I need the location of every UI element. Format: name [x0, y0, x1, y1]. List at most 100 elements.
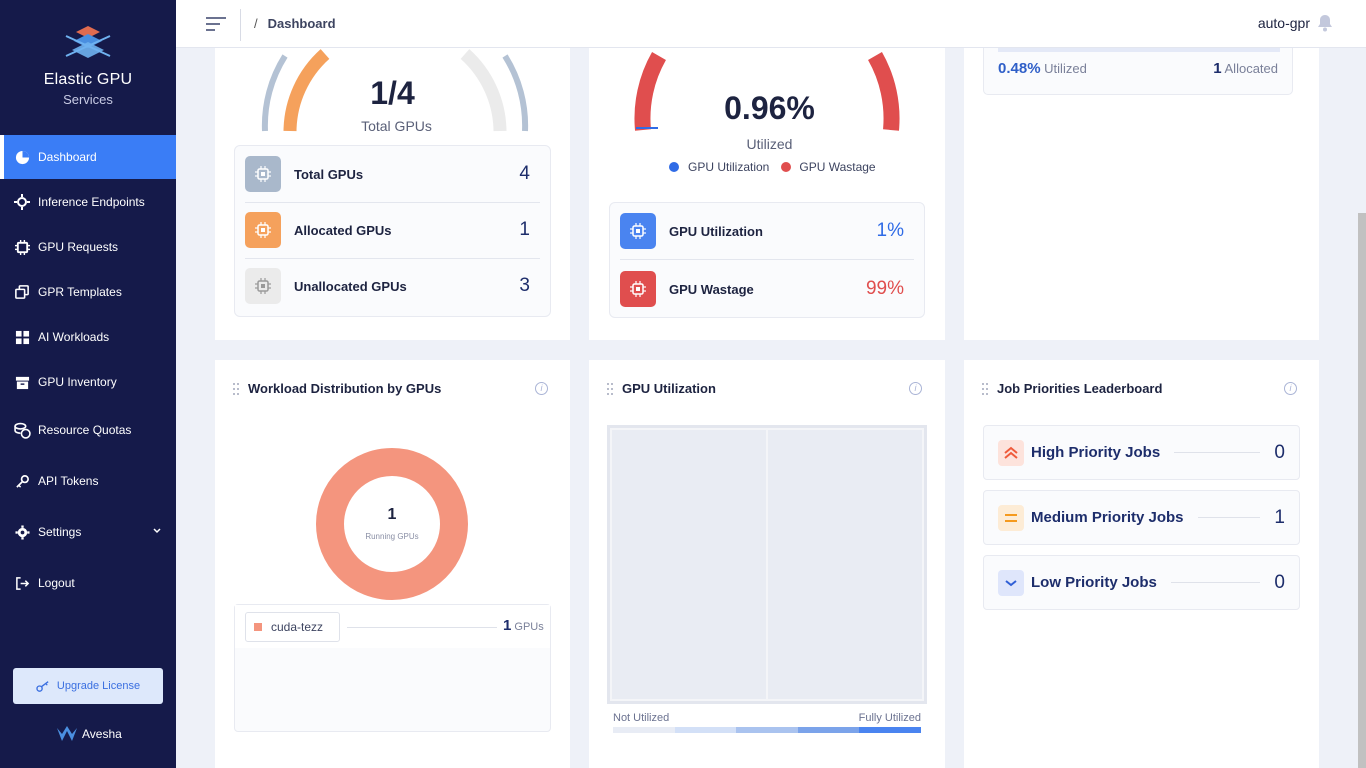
- stat-unallocated-gpus: Unallocated GPUs 3: [245, 258, 540, 314]
- logout-icon: [13, 574, 31, 592]
- topbar-divider: [240, 9, 241, 41]
- sidebar-item-dashboard[interactable]: Dashboard: [0, 135, 176, 179]
- stat-gpu-wastage: GPU Wastage 99%: [620, 261, 914, 317]
- stat-label: GPU Wastage: [669, 281, 754, 297]
- copy-icon: [13, 283, 31, 301]
- sidebar-item-resource-quotas[interactable]: Resource Quotas: [0, 408, 176, 452]
- page-scrollbar[interactable]: [1358, 213, 1366, 768]
- utilization-stats-box: GPU Utilization 1% GPU Wastage 99%: [609, 202, 925, 318]
- utilized-value: 0.48%: [998, 60, 1041, 77]
- sidebar-item-settings[interactable]: Settings: [0, 510, 176, 554]
- priority-row-medium[interactable]: Medium Priority Jobs 1: [983, 490, 1300, 545]
- sidebar-item-label: AI Workloads: [38, 330, 110, 344]
- donut-center-label: Running GPUs: [365, 532, 419, 541]
- utilization-card: 0.96% Utilized GPU Utilization GPU Wasta…: [589, 48, 945, 340]
- scale-step: [736, 727, 798, 733]
- stat-label: Allocated GPUs: [294, 222, 392, 238]
- menu-toggle-icon[interactable]: [206, 16, 226, 32]
- upgrade-license-label: Upgrade License: [56, 680, 141, 692]
- gpu-stats-box: Total GPUs 4 Allocated GPUs 1 Unallocate…: [234, 145, 551, 317]
- stat-total-gpus: Total GPUs 4: [245, 146, 540, 202]
- allocation-bar: [998, 48, 1280, 52]
- sidebar-item-gpu-requests[interactable]: GPU Requests: [0, 225, 176, 269]
- sidebar: Elastic GPU Services Dashboard Inference…: [0, 0, 176, 768]
- card-header: Job Priorities Leaderboard: [982, 381, 1162, 396]
- utilized-label: Utilized: [1044, 61, 1087, 76]
- legend-value: 1: [503, 617, 512, 634]
- workload-donut-chart: [316, 448, 468, 600]
- chip-icon: [245, 156, 281, 192]
- sidebar-item-logout[interactable]: Logout: [0, 561, 176, 605]
- archive-icon: [13, 373, 31, 391]
- chevron-down-icon: [153, 528, 161, 534]
- bell-icon[interactable]: [1316, 14, 1334, 32]
- priority-line: [1197, 517, 1261, 518]
- utilization-heatmap: [607, 425, 927, 704]
- scale-low-label: Not Utilized: [613, 712, 670, 724]
- divider: [620, 259, 914, 260]
- legend-row: cuda-tezz 1 GPUs: [235, 605, 550, 648]
- info-icon[interactable]: i: [1284, 382, 1297, 395]
- scale-step: [859, 727, 921, 733]
- grid-icon: [13, 328, 31, 346]
- brand-subtitle: Services: [63, 92, 113, 107]
- utilization-scale: [613, 727, 921, 733]
- priority-label: Medium Priority Jobs: [1031, 509, 1184, 526]
- sidebar-item-gpu-inventory[interactable]: GPU Inventory: [0, 360, 176, 404]
- info-icon[interactable]: i: [535, 382, 548, 395]
- priority-row-high[interactable]: High Priority Jobs 0: [983, 425, 1300, 480]
- stat-value: 99%: [865, 278, 904, 299]
- drag-handle-icon[interactable]: [607, 382, 615, 395]
- card-title: Job Priorities Leaderboard: [997, 381, 1163, 396]
- info-icon[interactable]: i: [909, 382, 922, 395]
- allocation-box: 0.48% Utilized 1 Allocated: [983, 48, 1293, 95]
- sidebar-item-label: Settings: [38, 525, 82, 539]
- pie-chart-icon: [13, 148, 31, 166]
- double-chevron-up-icon: [998, 439, 1024, 466]
- chip-icon: [620, 213, 656, 249]
- elastic-gpu-logo-icon: [65, 26, 111, 58]
- priority-value: 1: [1274, 506, 1285, 528]
- sidebar-item-label: Resource Quotas: [38, 423, 132, 437]
- stat-label: GPU Utilization: [669, 223, 763, 239]
- stat-value: 4: [519, 163, 530, 184]
- utilization-label: Utilized: [746, 136, 793, 152]
- key-icon: [36, 681, 49, 692]
- card-header: Workload Distribution by GPUs: [233, 381, 441, 396]
- chevron-down-icon: [998, 569, 1024, 596]
- heatmap-cell[interactable]: [768, 430, 922, 699]
- allocated-label: Allocated: [1224, 61, 1278, 76]
- drag-handle-icon[interactable]: [982, 382, 990, 395]
- legend-dot-utilization: [669, 162, 679, 172]
- sidebar-item-label: GPU Inventory: [38, 375, 117, 389]
- breadcrumb-current: Dashboard: [267, 16, 336, 31]
- legend-line: [347, 627, 497, 628]
- chip-icon: [245, 268, 281, 304]
- card-title: GPU Utilization: [622, 381, 716, 396]
- priority-row-low[interactable]: Low Priority Jobs 0: [983, 555, 1300, 610]
- gauge-value: 1/4: [370, 75, 415, 111]
- sidebar-item-inference-endpoints[interactable]: Inference Endpoints: [0, 180, 176, 224]
- gpu-summary-card: 1/4 Total GPUs Total GPUs 4 Allocated GP…: [215, 48, 570, 340]
- stat-value: 1%: [876, 220, 904, 241]
- chip-icon: [620, 271, 656, 307]
- sidebar-item-ai-workloads[interactable]: AI Workloads: [0, 315, 176, 359]
- priority-label: High Priority Jobs: [1031, 444, 1161, 461]
- sidebar-item-label: Dashboard: [38, 150, 97, 164]
- heatmap-cell[interactable]: [612, 430, 766, 699]
- top-bar: / Dashboard auto-gpr: [176, 0, 1366, 48]
- utilization-value: 0.96%: [724, 90, 815, 126]
- legend-swatch: [254, 623, 262, 631]
- priority-label: Low Priority Jobs: [1031, 574, 1157, 591]
- user-name[interactable]: auto-gpr: [1258, 15, 1310, 31]
- drag-handle-icon[interactable]: [233, 382, 241, 395]
- workload-legend-chip[interactable]: cuda-tezz: [245, 612, 340, 642]
- upgrade-license-button[interactable]: Upgrade License: [13, 668, 163, 704]
- coins-icon: [13, 421, 31, 439]
- allocated-value: 1: [1213, 60, 1222, 77]
- sidebar-item-api-tokens[interactable]: API Tokens: [0, 459, 176, 503]
- job-priorities-card: Job Priorities Leaderboard i High Priori…: [964, 360, 1319, 768]
- sidebar-item-gpr-templates[interactable]: GPR Templates: [0, 270, 176, 314]
- sidebar-item-label: GPR Templates: [38, 285, 122, 299]
- stat-gpu-utilization: GPU Utilization 1%: [620, 203, 914, 259]
